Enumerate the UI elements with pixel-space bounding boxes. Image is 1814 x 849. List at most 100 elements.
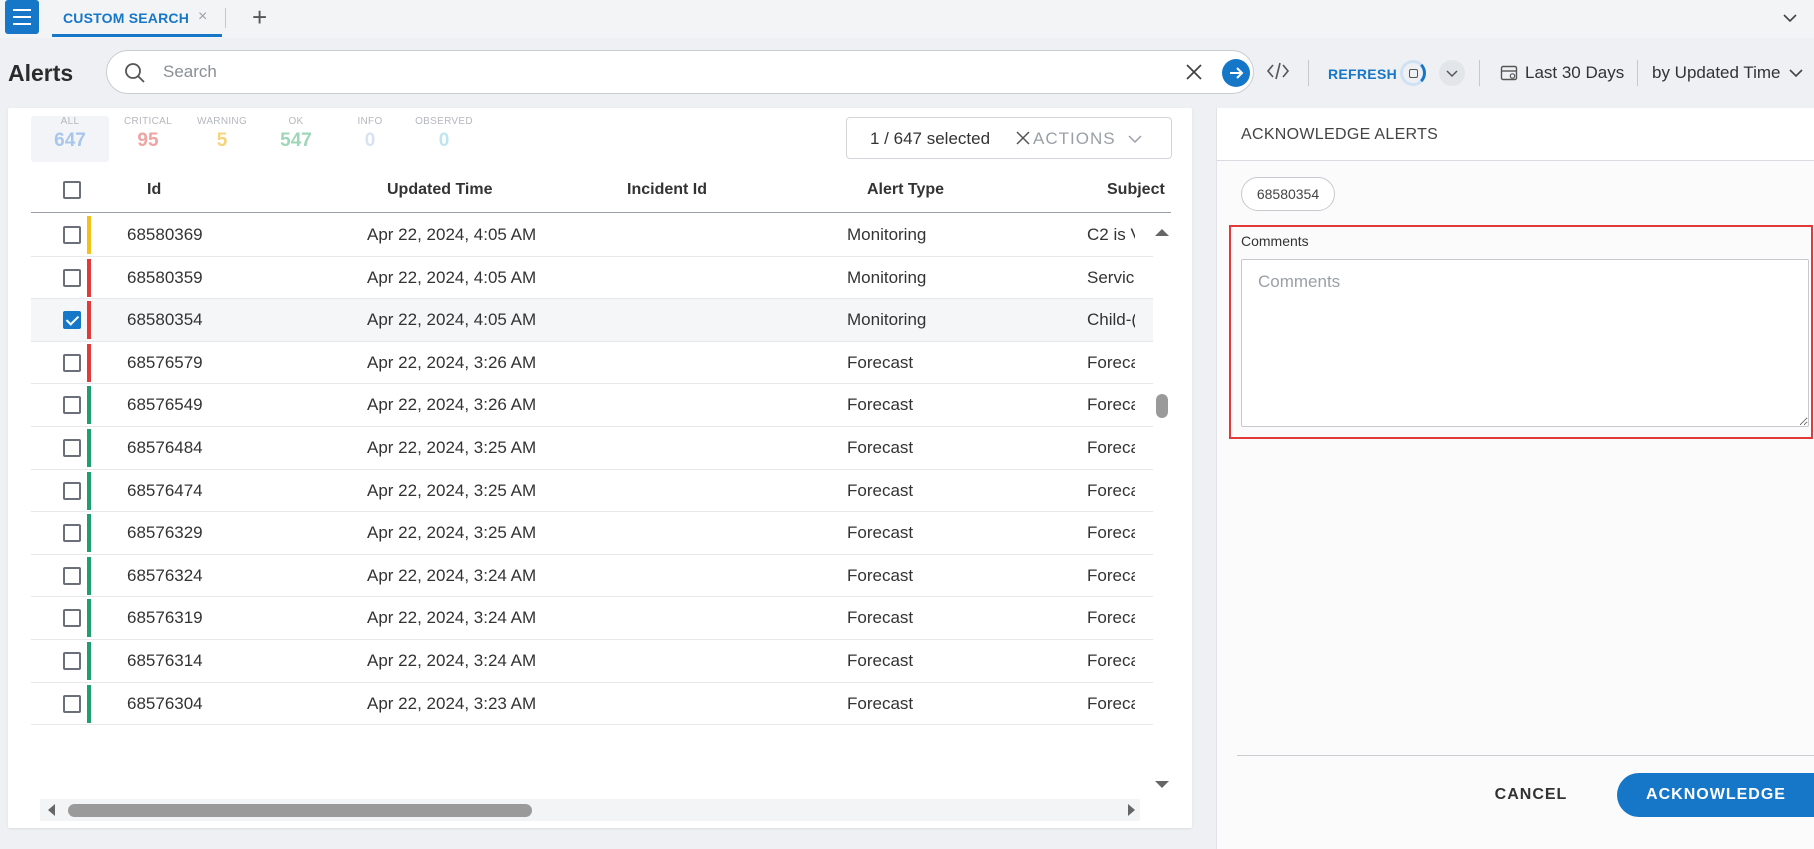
table-row[interactable]: 68576579 Apr 22, 2024, 3:26 AM Forecast For… bbox=[31, 342, 1153, 385]
calendar-icon bbox=[1500, 65, 1518, 81]
row-checkbox[interactable] bbox=[63, 481, 81, 500]
severity-label: OK bbox=[288, 116, 304, 127]
table-row[interactable]: 68576314 Apr 22, 2024, 3:24 AM Forecast For… bbox=[31, 640, 1153, 683]
search-bar[interactable] bbox=[106, 50, 1254, 94]
table-row[interactable]: 68576484 Apr 22, 2024, 3:25 AM Forecast For… bbox=[31, 427, 1153, 470]
table-row[interactable]: 68576319 Apr 22, 2024, 3:24 AM Forecast For… bbox=[31, 597, 1153, 640]
chevron-down-icon[interactable] bbox=[1782, 10, 1798, 26]
row-checkbox[interactable] bbox=[63, 396, 81, 415]
cell-id: 68576549 bbox=[127, 395, 203, 415]
cell-alert-type: Monitoring bbox=[847, 225, 927, 244]
clear-search-icon[interactable] bbox=[1183, 61, 1205, 83]
page-title: Alerts bbox=[8, 60, 74, 86]
table-row[interactable]: 68576549 Apr 22, 2024, 3:26 AM Forecast For… bbox=[31, 384, 1153, 427]
header-divider bbox=[1479, 60, 1480, 86]
tab-custom-search[interactable]: CUSTOM SEARCH × bbox=[52, 0, 222, 37]
severity-filter-observed[interactable]: OBSERVED 0 bbox=[412, 116, 476, 152]
cell-updated-time: Apr 22, 2024, 3:25 AM bbox=[367, 523, 537, 543]
severity-count: 647 bbox=[54, 130, 86, 151]
cell-subject: Foreca bbox=[1087, 480, 1135, 500]
row-checkbox[interactable] bbox=[63, 226, 81, 244]
row-checkbox[interactable] bbox=[63, 652, 81, 670]
row-checkbox[interactable] bbox=[63, 609, 81, 628]
severity-filter-ok[interactable]: OK 547 bbox=[264, 116, 328, 152]
panel-title: ACKNOWLEDGE ALERTS bbox=[1241, 126, 1439, 143]
row-checkbox[interactable] bbox=[63, 311, 81, 330]
cell-id: 68580354 bbox=[127, 310, 203, 330]
column-header-updated-time[interactable]: Updated Time bbox=[387, 181, 493, 199]
cell-updated-time: Apr 22, 2024, 3:24 AM bbox=[367, 565, 537, 585]
cell-updated-time: Apr 22, 2024, 3:23 AM bbox=[367, 693, 537, 713]
hamburger-menu-icon[interactable] bbox=[5, 0, 39, 34]
cell-id: 68576304 bbox=[127, 693, 203, 713]
row-checkbox[interactable] bbox=[63, 566, 81, 585]
column-header-alert-type[interactable]: Alert Type bbox=[867, 181, 944, 199]
severity-filter-critical[interactable]: CRITICAL 95 bbox=[116, 116, 180, 152]
refresh-button[interactable]: REFRESH bbox=[1328, 66, 1397, 82]
comments-textarea[interactable] bbox=[1241, 259, 1809, 427]
header-divider bbox=[1308, 60, 1309, 86]
chevron-down-icon[interactable] bbox=[1788, 66, 1804, 80]
horizontal-scrollbar[interactable] bbox=[40, 799, 1140, 821]
sort-by-selector[interactable]: by Updated Time bbox=[1652, 63, 1781, 83]
cell-id: 68576474 bbox=[127, 480, 203, 500]
cell-alert-type: Forecast bbox=[847, 395, 914, 415]
scroll-up-arrow-icon[interactable] bbox=[1153, 226, 1171, 238]
cell-subject: Foreca bbox=[1087, 565, 1135, 585]
scroll-down-arrow-icon[interactable] bbox=[1153, 779, 1171, 791]
column-header-incident-id[interactable]: Incident Id bbox=[627, 181, 707, 199]
comments-label: Comments bbox=[1241, 233, 1309, 249]
table-row[interactable]: 68576304 Apr 22, 2024, 3:23 AM Forecast For… bbox=[31, 683, 1153, 726]
table-row[interactable]: 68576474 Apr 22, 2024, 3:25 AM Forecast For… bbox=[31, 470, 1153, 513]
selection-count: 1 / 647 selected bbox=[870, 129, 991, 148]
refresh-options-button[interactable] bbox=[1439, 60, 1465, 86]
cell-updated-time: Apr 22, 2024, 3:24 AM bbox=[367, 608, 537, 628]
row-checkbox[interactable] bbox=[63, 353, 81, 372]
severity-indicator bbox=[87, 556, 91, 595]
actions-dropdown[interactable]: ACTIONS bbox=[1033, 129, 1116, 149]
severity-count: 95 bbox=[137, 130, 159, 151]
chevron-down-icon[interactable] bbox=[1127, 133, 1143, 145]
alerts-table-card: ALL 647 CRITICAL 95 WARNING 5 OK 547 INFO 0 OBSERV… bbox=[8, 108, 1192, 828]
severity-count: 0 bbox=[364, 130, 376, 151]
table-row[interactable]: 68580359 Apr 22, 2024, 4:05 AM Monitoring S… bbox=[31, 257, 1153, 300]
cell-subject: Child-( bbox=[1087, 310, 1135, 330]
search-submit-button[interactable] bbox=[1222, 59, 1250, 87]
row-checkbox[interactable] bbox=[63, 268, 81, 287]
tab-bar: CUSTOM SEARCH × + bbox=[0, 0, 1814, 38]
cell-subject: Foreca bbox=[1087, 438, 1135, 457]
tab-close-icon[interactable]: × bbox=[198, 8, 207, 26]
add-tab-icon[interactable]: + bbox=[252, 2, 267, 33]
auto-refresh-icon[interactable] bbox=[1400, 60, 1426, 86]
severity-count: 547 bbox=[280, 130, 312, 151]
severity-filter-warning[interactable]: WARNING 5 bbox=[190, 116, 254, 152]
table-header: Id Updated Time Incident Id Alert Type S… bbox=[31, 168, 1171, 213]
table-row[interactable]: 68580354 Apr 22, 2024, 4:05 AM Monitoring C… bbox=[31, 299, 1153, 342]
severity-filter-info[interactable]: INFO 0 bbox=[338, 116, 402, 152]
cancel-button[interactable]: CANCEL bbox=[1481, 774, 1581, 816]
cell-id: 68580359 bbox=[127, 267, 203, 287]
severity-label: ALL bbox=[60, 116, 80, 127]
chevron-down-icon bbox=[1446, 70, 1458, 78]
scroll-right-arrow-icon[interactable] bbox=[1126, 803, 1138, 817]
row-checkbox[interactable] bbox=[63, 694, 81, 713]
acknowledge-button[interactable]: ACKNOWLEDGE bbox=[1617, 773, 1814, 817]
table-row[interactable]: 68580369 Apr 22, 2024, 4:05 AM Monitoring C… bbox=[31, 214, 1153, 257]
table-row[interactable]: 68576329 Apr 22, 2024, 3:25 AM Forecast For… bbox=[31, 512, 1153, 555]
severity-filter-all[interactable]: ALL 647 bbox=[31, 116, 109, 162]
search-input[interactable] bbox=[163, 57, 1163, 87]
scroll-left-arrow-icon[interactable] bbox=[45, 803, 57, 817]
selection-actions-bar: 1 / 647 selected ACTIONS bbox=[846, 117, 1172, 159]
column-header-subject[interactable]: Subject bbox=[1107, 181, 1165, 199]
table-row[interactable]: 68576324 Apr 22, 2024, 3:24 AM Forecast For… bbox=[31, 555, 1153, 598]
select-all-checkbox[interactable] bbox=[63, 181, 81, 199]
vertical-scrollbar-thumb[interactable] bbox=[1156, 394, 1168, 418]
horizontal-scrollbar-thumb[interactable] bbox=[68, 804, 532, 817]
row-checkbox[interactable] bbox=[63, 524, 81, 543]
clear-selection-icon[interactable] bbox=[1015, 130, 1031, 146]
row-checkbox[interactable] bbox=[63, 439, 81, 457]
cell-alert-type: Forecast bbox=[847, 438, 914, 457]
code-view-icon[interactable] bbox=[1266, 60, 1290, 82]
column-header-id[interactable]: Id bbox=[147, 181, 161, 199]
date-range-selector[interactable]: Last 30 Days bbox=[1525, 63, 1624, 83]
